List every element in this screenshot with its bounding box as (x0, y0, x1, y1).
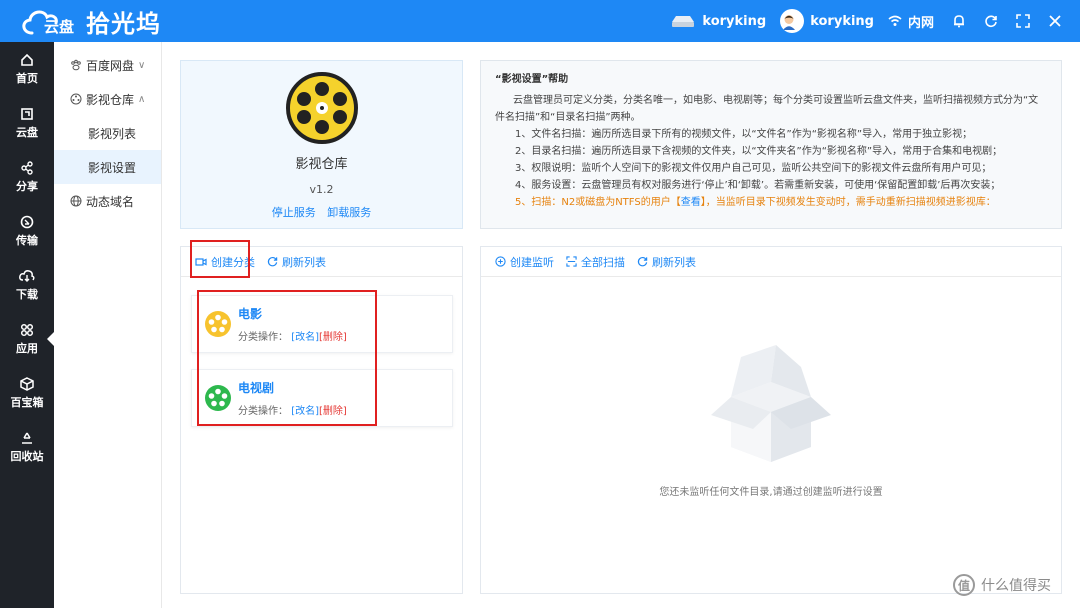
sidebar-item-label: 云盘 (16, 125, 38, 139)
cloud-logo-icon: 云盘 (18, 5, 82, 37)
sidebar-item-recycle[interactable]: 回收站 (0, 420, 54, 474)
sync-icon[interactable] (984, 14, 998, 28)
uninstall-service-link[interactable]: 卸载服务 (327, 206, 371, 219)
watermark: 值 什么值得买 (953, 574, 1051, 596)
subnav-label: 百度网盘 (86, 58, 135, 73)
film-reel-logo-icon (285, 71, 359, 149)
sidebar-item-label: 分享 (16, 179, 38, 193)
chevron-up-icon: ∧ (138, 93, 146, 105)
apps-icon (20, 323, 34, 336)
help-line: 4、服务设置：云盘管理员有权对服务进行‘停止’和‘卸载’。若需重新安装，可使用‘… (515, 180, 1001, 191)
sidebar-item-label: 百宝箱 (10, 395, 44, 409)
sidebar-item-toolbox[interactable]: 百宝箱 (0, 366, 54, 420)
network-status[interactable]: 内网 (888, 12, 934, 31)
home-icon (21, 53, 33, 66)
app-logo: 云盘 拾光坞 (18, 5, 161, 38)
create-monitor-label: 创建监听 (510, 255, 554, 269)
sidebar-item-label: 应用 (16, 341, 38, 355)
help-intro: 云盘管理员可定义分类，分类名唯一，如电影、电视剧等；每个分类可设置监听云盘文件夹… (495, 95, 1039, 123)
stop-service-link[interactable]: 停止服务 (272, 206, 316, 219)
help-warning-text: 5、扫描：N2或磁盘为NTFS的用户【 (515, 197, 681, 208)
sub-navigation: 百度网盘 ∨ 影视仓库 ∧ 影视列表 影视设置 动态域名 (54, 42, 162, 608)
toolbox-icon (20, 376, 34, 391)
annotation-box-categories (197, 290, 377, 426)
refresh-icon (637, 256, 648, 267)
help-title: “影视设置”帮助 (495, 74, 569, 85)
subnav-label: 影视设置 (88, 160, 137, 175)
cloud-text: 云盘 (44, 18, 75, 36)
help-line: 3、权限说明：监听个人空间下的影视文件仅用户自己可见，监听公共空间下的影视文件云… (515, 163, 992, 174)
subnav-dynamic-dns[interactable]: 动态域名 (54, 184, 161, 218)
sidebar-item-transfer[interactable]: 传输 (0, 204, 54, 258)
sidebar-item-download[interactable]: 下载 (0, 258, 54, 312)
sidebar-item-home[interactable]: 首页 (0, 42, 54, 96)
refresh-list-button[interactable]: 刷新列表 (267, 254, 326, 270)
recycle-icon (22, 432, 32, 444)
download-icon (19, 269, 35, 282)
bell-icon[interactable] (952, 14, 966, 28)
view-link[interactable]: 查看 (681, 197, 701, 208)
monitor-panel: 创建监听 全部扫描 刷新列表 您还未监听任何文件目录,请通过创建监听进行设置 (480, 246, 1062, 594)
device-icon (672, 16, 695, 27)
create-monitor-button[interactable]: 创建监听 (495, 254, 554, 270)
sidebar-item-label: 回收站 (10, 449, 44, 463)
top-bar: 云盘 拾光坞 koryking koryking 内网 (0, 0, 1080, 42)
plus-circle-icon (495, 256, 506, 267)
refresh-icon (267, 256, 278, 267)
main-sidebar: 首页 云盘 分享 传输 下载 应用 百宝箱 回收站 (0, 42, 54, 608)
subnav-video-warehouse[interactable]: 影视仓库 ∧ (54, 82, 161, 116)
disk-icon (21, 107, 33, 120)
app-info-card: 影视仓库 v1.2 停止服务 卸载服务 (180, 60, 463, 229)
subnav-label: 动态域名 (86, 194, 135, 209)
device-selector[interactable]: koryking (670, 14, 766, 29)
refresh-monitor-label: 刷新列表 (652, 255, 696, 269)
sidebar-item-label: 首页 (16, 71, 38, 85)
network-label: 内网 (907, 15, 934, 31)
main-content: 影视仓库 v1.2 停止服务 卸载服务 “影视设置”帮助 云盘管理员可定义分类，… (162, 42, 1080, 608)
annotation-box-create (190, 240, 250, 278)
device-name: koryking (702, 13, 767, 29)
help-card: “影视设置”帮助 云盘管理员可定义分类，分类名唯一，如电影、电视剧等；每个分类可… (480, 60, 1062, 229)
app-name: 影视仓库 (295, 157, 348, 172)
help-line: 2、目录名扫描：遍历所选目录下含视频的文件夹，以“文件夹名”作为“影视名称”导入… (515, 146, 1003, 157)
subnav-video-list[interactable]: 影视列表 (54, 116, 161, 150)
sidebar-item-share[interactable]: 分享 (0, 150, 54, 204)
sidebar-item-apps[interactable]: 应用 (0, 312, 54, 366)
refresh-monitor-button[interactable]: 刷新列表 (637, 254, 696, 270)
close-icon[interactable] (1048, 14, 1062, 28)
transfer-icon (20, 215, 34, 228)
help-warning: 5、扫描：N2或磁盘为NTFS的用户【查看】，当监听目录下视频发生变动时，需手动… (495, 194, 1047, 211)
empty-box-illustration (701, 327, 841, 471)
help-line: 1、文件名扫描：遍历所选目录下所有的视频文件，以“文件名”作为“影视名称”导入，… (515, 129, 973, 140)
refresh-list-label: 刷新列表 (282, 255, 326, 269)
subnav-label: 影视仓库 (86, 92, 135, 107)
wifi-icon (888, 15, 902, 26)
user-name: koryking (810, 13, 874, 29)
globe-icon (70, 195, 82, 207)
sidebar-item-label: 下载 (16, 287, 38, 301)
avatar (780, 9, 805, 33)
watermark-text: 什么值得买 (981, 578, 1051, 594)
empty-state-text: 您还未监听任何文件目录,请通过创建监听进行设置 (659, 487, 883, 498)
chevron-down-icon: ∨ (138, 59, 146, 71)
subnav-baidu-pan[interactable]: 百度网盘 ∨ (54, 48, 161, 82)
watermark-logo-icon: 值 (953, 574, 975, 596)
user-menu[interactable]: koryking (780, 9, 874, 33)
scan-all-label: 全部扫描 (581, 255, 625, 269)
sidebar-item-label: 传输 (16, 233, 38, 247)
scan-all-button[interactable]: 全部扫描 (566, 254, 625, 270)
app-version: v1.2 (309, 183, 334, 196)
film-reel-icon (70, 93, 82, 105)
monitor-toolbar: 创建监听 全部扫描 刷新列表 (481, 247, 1061, 277)
sidebar-item-disk[interactable]: 云盘 (0, 96, 54, 150)
help-warning-text: 】，当监听目录下视频发生变动时，需手动重新扫描视频进影视库： (700, 197, 996, 208)
fullscreen-icon[interactable] (1016, 14, 1030, 28)
share-icon (21, 160, 33, 175)
brand-name: 拾光坞 (86, 9, 161, 38)
subnav-label: 影视列表 (88, 126, 137, 141)
subnav-video-settings[interactable]: 影视设置 (54, 150, 161, 184)
paw-icon (71, 59, 81, 71)
scan-icon (566, 256, 577, 267)
